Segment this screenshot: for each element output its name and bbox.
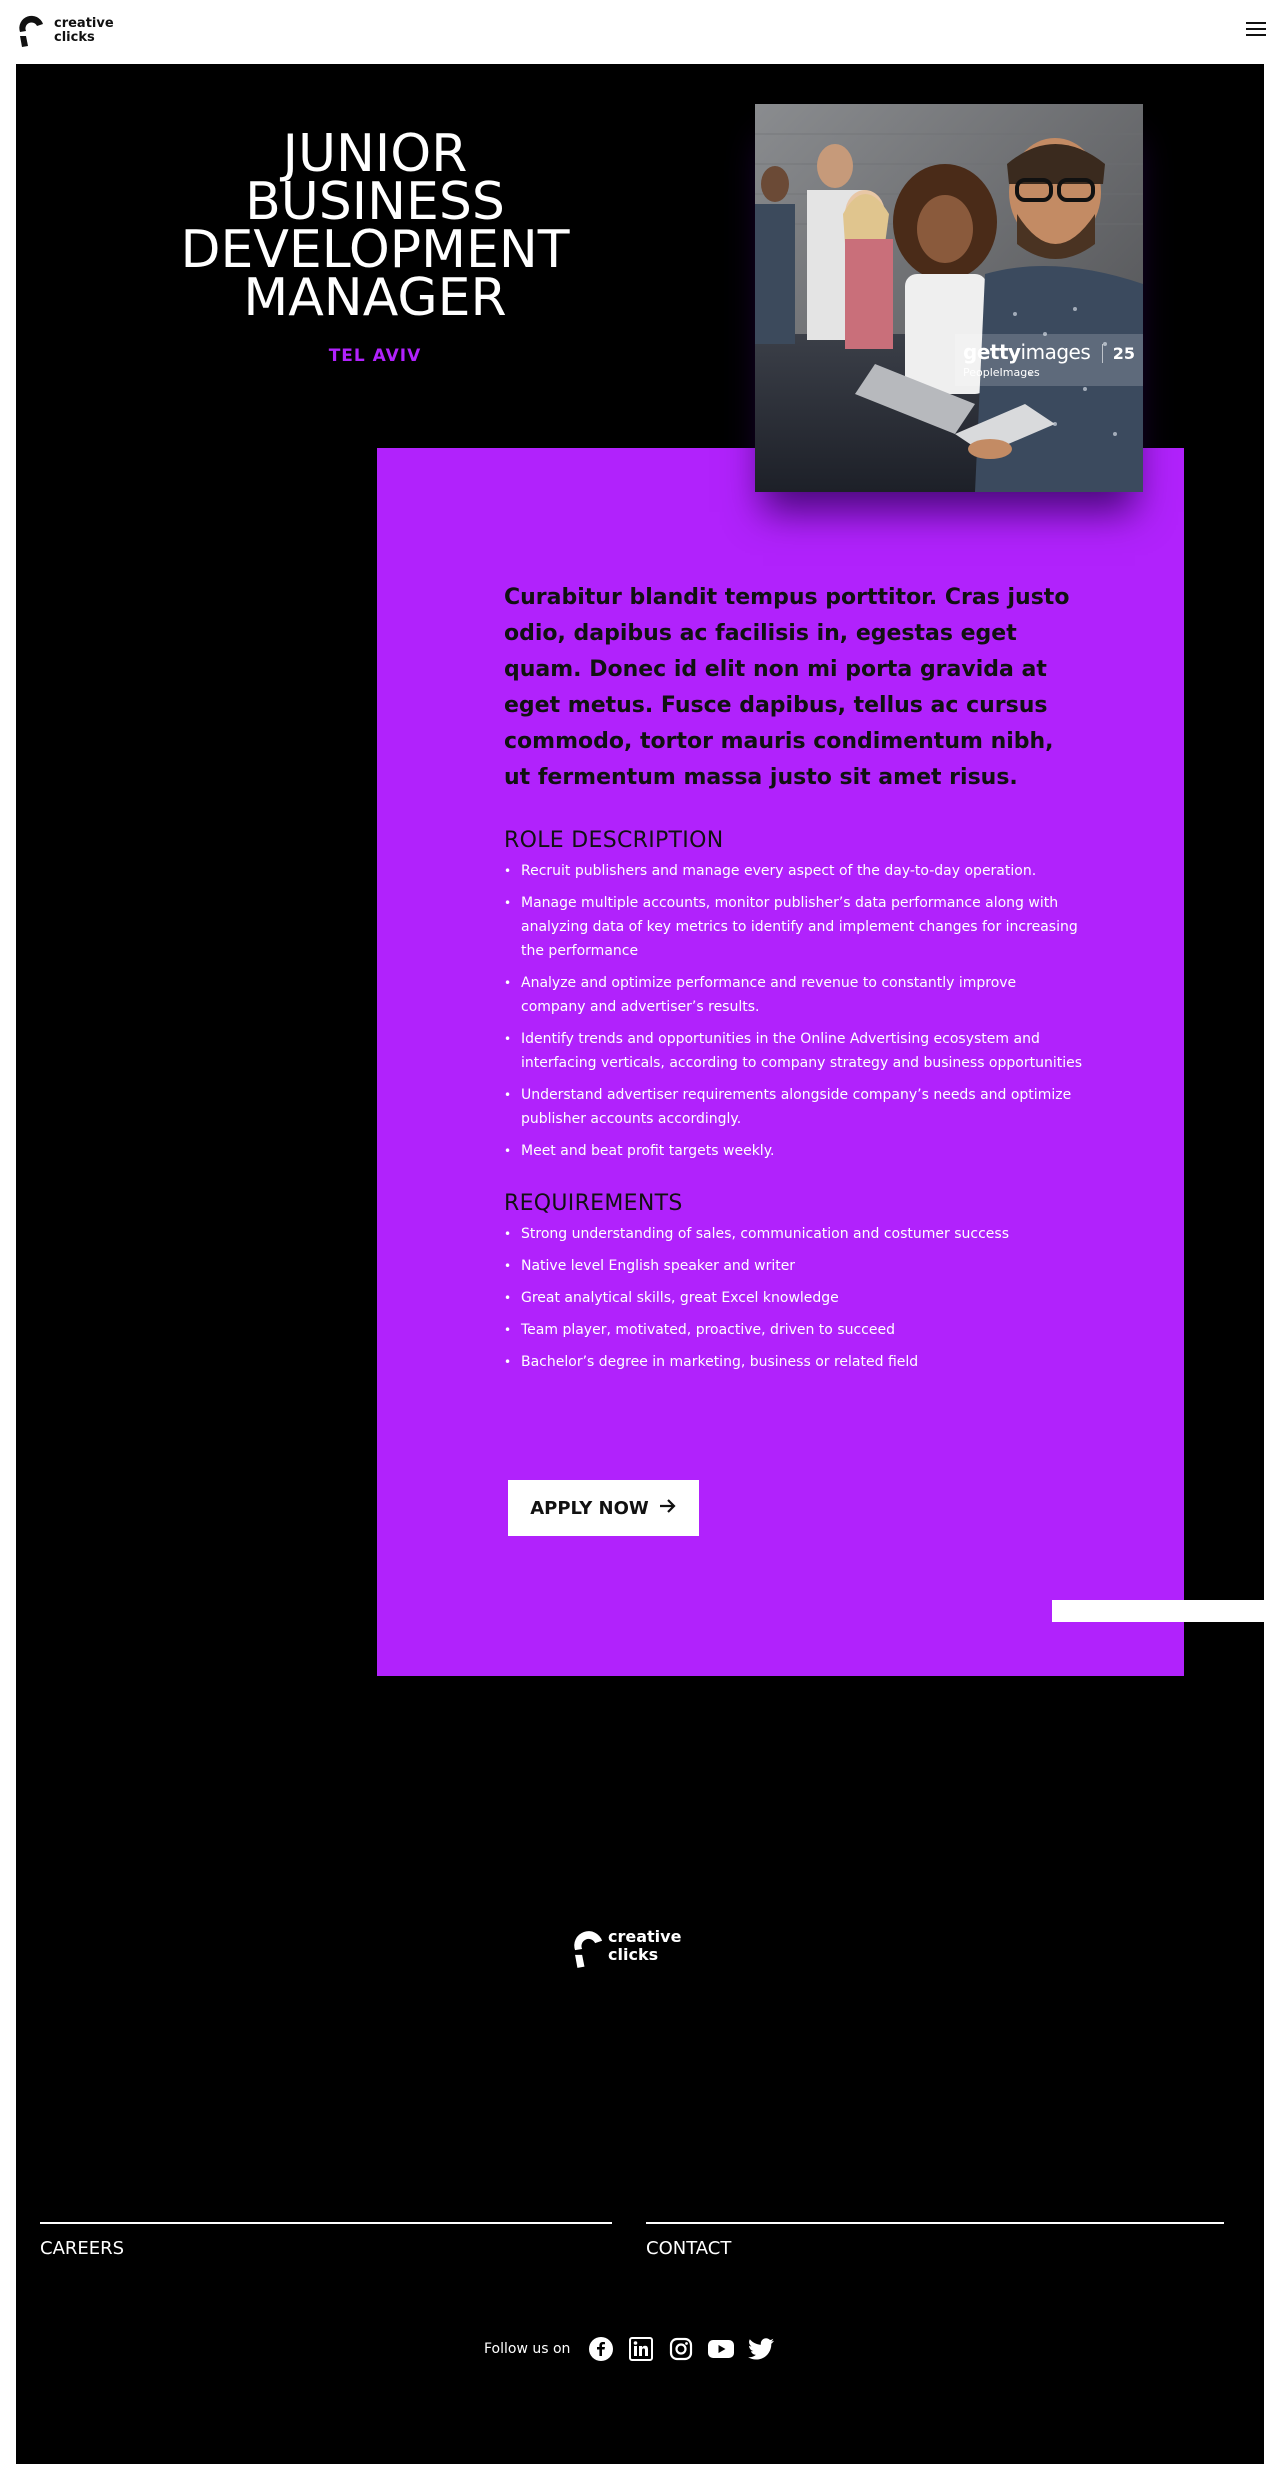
logo-line-1: creative — [608, 1927, 682, 1946]
watermark-credit: PeopleImages — [963, 366, 1040, 379]
twitter-icon[interactable] — [748, 2336, 775, 2362]
facebook-icon[interactable] — [588, 2336, 614, 2362]
intro-paragraph: Curabitur blandit tempus porttitor. Cras… — [504, 585, 1070, 790]
logo-line-1: creative — [54, 15, 114, 31]
job-description: Curabitur blandit tempus porttitor. Cras… — [504, 580, 1084, 1382]
apply-now-button[interactable]: APPLY NOW — [508, 1480, 699, 1536]
list-item: Bachelor’s degree in marketing, business… — [504, 1350, 1084, 1374]
logo-mark-icon — [16, 14, 46, 48]
arrow-right-icon — [659, 1498, 677, 1519]
logo-line-2: clicks — [54, 30, 95, 45]
footer-careers: CAREERS — [40, 2222, 612, 2259]
job-title: JUNIOR BUSINESS DEVELOPMENT MANAGER — [180, 124, 570, 328]
header-logo[interactable]: creative clicks — [16, 14, 114, 48]
instagram-icon[interactable] — [668, 2336, 694, 2362]
role-heading: ROLE DESCRIPTION — [504, 828, 724, 853]
job-location: TEL AVIV — [328, 346, 422, 366]
watermark-brand-light: images — [1020, 340, 1091, 364]
site-header: creative clicks — [0, 0, 1280, 64]
list-item: Recruit publishers and manage every aspe… — [504, 859, 1084, 883]
list-item: Manage multiple accounts, monitor publis… — [504, 891, 1084, 963]
apply-now-label: APPLY NOW — [530, 1497, 649, 1519]
watermark-years: 25 — [1101, 344, 1135, 363]
list-item: Native level English speaker and writer — [504, 1254, 1084, 1278]
team-photo: gettyimages PeopleImages 25 — [755, 104, 1143, 492]
logo-mark-icon — [570, 1929, 603, 1968]
photo-watermark: gettyimages PeopleImages 25 — [955, 334, 1143, 386]
list-item: Identify trends and opportunities in the… — [504, 1027, 1084, 1075]
careers-link[interactable]: CAREERS — [40, 2238, 124, 2259]
list-item: Team player, motivated, proactive, drive… — [504, 1318, 1084, 1342]
requirements-heading: REQUIREMENTS — [504, 1191, 683, 1216]
list-item: Great analytical skills, great Excel kno… — [504, 1286, 1084, 1310]
footer-logo[interactable]: creative clicks — [570, 1928, 681, 1968]
contact-link[interactable]: CONTACT — [646, 2238, 731, 2259]
role-list: Recruit publishers and manage every aspe… — [504, 859, 1084, 1163]
decorative-bar — [1052, 1600, 1264, 1622]
logo-text: creative clicks — [608, 1928, 681, 1963]
logo-line-2: clicks — [608, 1944, 659, 1964]
social-follow: Follow us on — [484, 2336, 775, 2362]
list-item: Meet and beat profit targets weekly. — [504, 1139, 1084, 1163]
hamburger-menu-icon[interactable] — [1246, 22, 1266, 38]
list-item: Analyze and optimize performance and rev… — [504, 971, 1084, 1019]
requirements-list: Strong understanding of sales, communica… — [504, 1222, 1084, 1374]
list-item: Understand advertiser requirements along… — [504, 1083, 1084, 1131]
footer-contact: CONTACT — [646, 2222, 1224, 2259]
list-item: Strong understanding of sales, communica… — [504, 1222, 1084, 1246]
youtube-icon[interactable] — [708, 2336, 735, 2362]
linkedin-icon[interactable] — [628, 2336, 654, 2362]
watermark-brand: gettyimages — [963, 340, 1091, 364]
follow-label: Follow us on — [484, 2341, 571, 2357]
watermark-brand-bold: getty — [963, 340, 1021, 364]
logo-text: creative clicks — [54, 15, 114, 46]
